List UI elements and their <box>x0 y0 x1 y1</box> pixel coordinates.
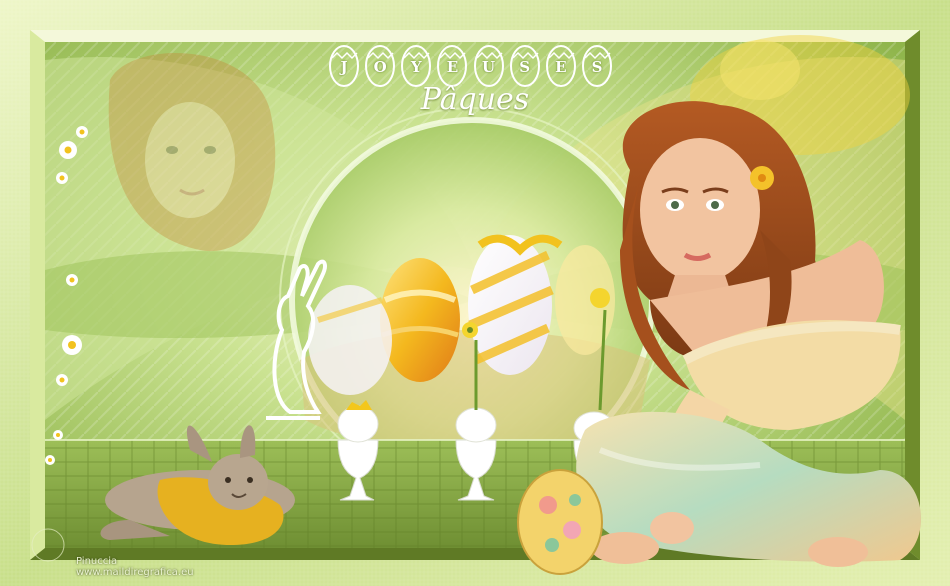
flower-icon <box>750 166 774 190</box>
daisy-icon <box>76 126 88 138</box>
easter-egg-icon <box>517 469 603 575</box>
title-letter: S <box>591 58 603 76</box>
title-paques: Pâques <box>420 82 530 117</box>
title-letter: E <box>555 58 567 76</box>
daisy-icon <box>66 274 78 286</box>
watermark: Pinuccia www.maildiregrafica.eu <box>76 556 194 578</box>
title-letter: U <box>482 58 496 76</box>
frame-bevel-right <box>905 30 920 560</box>
title-letter: J <box>340 58 348 76</box>
frame-bevel-left <box>30 30 45 560</box>
title-letter: O <box>373 58 387 76</box>
title-letter: E <box>446 58 459 76</box>
flower-icon <box>590 288 610 308</box>
title-egg-letter: J <box>328 44 360 88</box>
title-letter: Y <box>410 58 422 76</box>
watermark-author: Pinuccia <box>76 556 118 567</box>
title-egg-letter: O <box>364 44 396 88</box>
easter-egg-icon <box>380 258 460 382</box>
daisy-icon <box>45 455 55 465</box>
daisy-icon <box>59 141 77 159</box>
daisy-icon <box>53 430 63 440</box>
watermark-site: www.maildiregrafica.eu <box>76 567 194 578</box>
daisy-icon <box>56 172 68 184</box>
title-letter: S <box>519 58 531 76</box>
title-egg-letter: S <box>581 44 613 88</box>
daisy-icon <box>56 374 68 386</box>
daisy-icon <box>62 335 82 355</box>
